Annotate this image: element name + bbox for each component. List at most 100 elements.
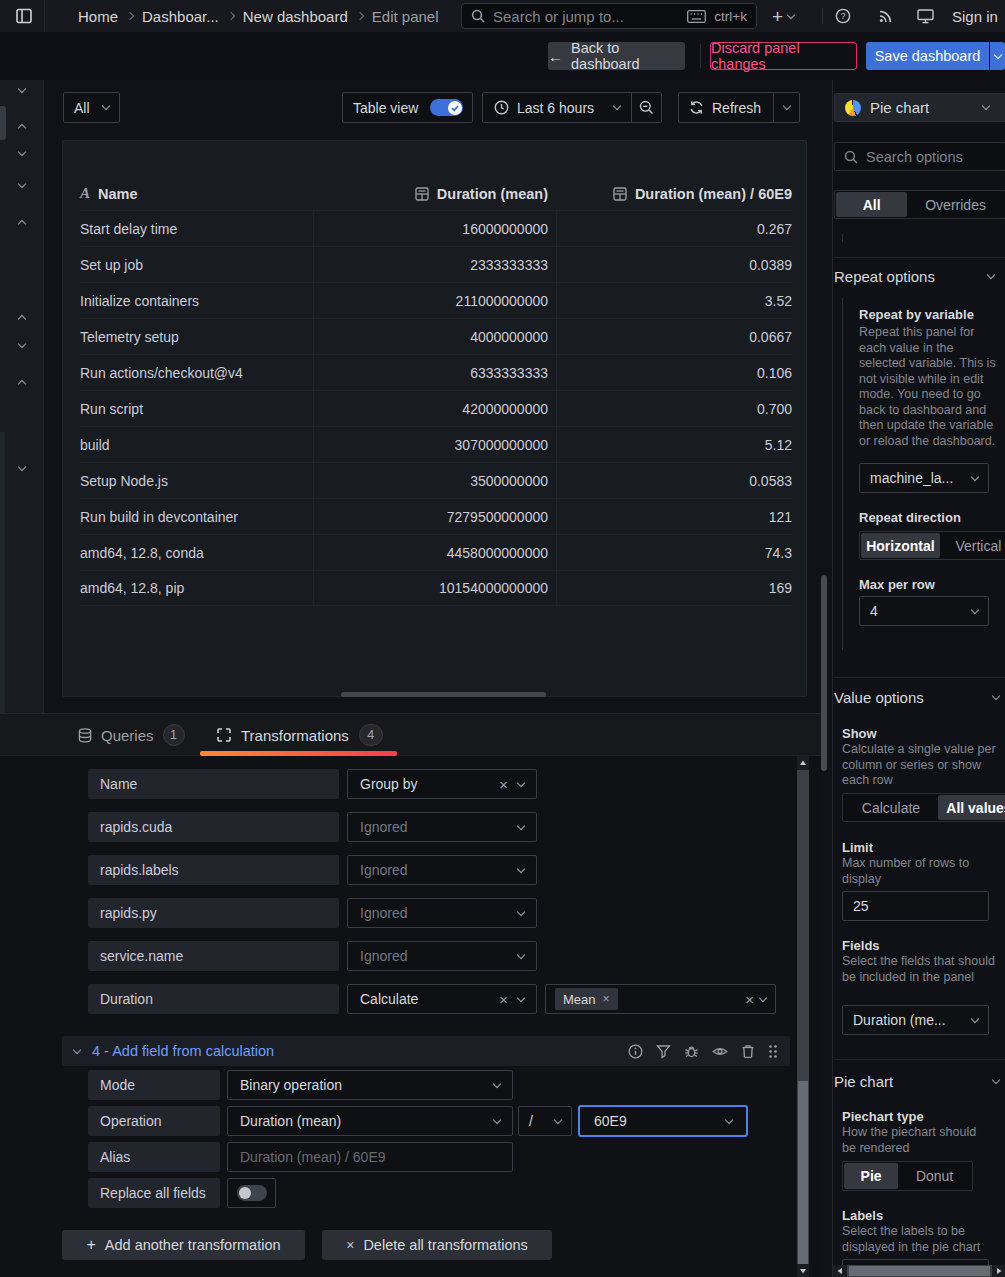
- back-to-dashboard-button[interactable]: ← Back to dashboard: [548, 42, 685, 70]
- repeat-variable-select[interactable]: machine_la...: [859, 463, 989, 493]
- search-minus-icon: [639, 100, 654, 115]
- type-pie[interactable]: Pie: [844, 1163, 898, 1189]
- scroll-thumb[interactable]: [849, 1266, 990, 1276]
- clear-icon[interactable]: ×: [499, 992, 508, 1007]
- tab-overrides[interactable]: Overrides: [907, 192, 1004, 217]
- show-all-values[interactable]: All values: [938, 795, 1005, 820]
- field-operation-select[interactable]: Ignored: [347, 898, 537, 928]
- table-view-toggle[interactable]: [430, 99, 463, 116]
- field-operation-select[interactable]: Ignored: [347, 812, 537, 842]
- fields-select[interactable]: Duration (me...: [842, 1005, 989, 1035]
- limit-input[interactable]: 25: [842, 891, 989, 921]
- refresh-interval-button[interactable]: [774, 93, 799, 122]
- delete-all-transformations-button[interactable]: × Delete all transformations: [322, 1230, 552, 1260]
- tab-all[interactable]: All: [836, 192, 907, 217]
- drag-handle-icon[interactable]: [768, 1044, 778, 1059]
- pane-scroll-thumb[interactable]: [821, 575, 827, 771]
- scroll-left-button[interactable]: [833, 1265, 847, 1277]
- calculate-stats-multiselect[interactable]: Mean × ×: [545, 984, 776, 1014]
- breadcrumb-dashboards[interactable]: Dashboar...: [142, 8, 219, 25]
- remove-mean-icon[interactable]: ×: [603, 993, 610, 1005]
- help-icon[interactable]: ?: [835, 8, 851, 24]
- collapse-chevron-up-icon[interactable]: [18, 220, 26, 228]
- add-transformation-button[interactable]: + Add another transformation: [62, 1230, 305, 1260]
- plus-icon: +: [86, 1236, 95, 1254]
- save-dashboard-button[interactable]: Save dashboard: [866, 42, 989, 70]
- search-options-input[interactable]: Search options: [834, 142, 1005, 171]
- chevron-down-icon: [971, 605, 979, 613]
- editor-vscroll[interactable]: [797, 756, 809, 1277]
- section-pie-chart[interactable]: Pie chart: [834, 1073, 999, 1090]
- tab-transformations[interactable]: Transformations 4: [217, 722, 383, 748]
- cell-duration: 3500000000: [313, 463, 556, 499]
- discard-panel-changes-button[interactable]: Discard panel changes: [710, 42, 857, 70]
- rail-scroll-thumb[interactable]: [0, 106, 6, 140]
- options-hscroll[interactable]: [833, 1265, 1005, 1277]
- scroll-down-button[interactable]: [797, 1264, 809, 1277]
- filter-icon[interactable]: [656, 1044, 671, 1059]
- info-icon[interactable]: [628, 1044, 643, 1059]
- alias-input[interactable]: Duration (mean) / 60E9: [227, 1142, 513, 1172]
- monitor-icon[interactable]: [917, 9, 934, 24]
- collapse-chevron-up-icon[interactable]: [18, 380, 26, 388]
- scroll-thumb[interactable]: [798, 1081, 808, 1264]
- trash-icon[interactable]: [741, 1044, 755, 1059]
- tab-queries[interactable]: Queries 1: [78, 722, 185, 748]
- database-icon: [78, 728, 92, 743]
- section-repeat-options[interactable]: Repeat options: [834, 268, 994, 285]
- collapse-chevron-up-icon[interactable]: [18, 315, 26, 323]
- zoom-out-button[interactable]: [632, 93, 661, 122]
- filter-all-dropdown[interactable]: All: [63, 92, 120, 123]
- clear-icon[interactable]: ×: [745, 992, 754, 1007]
- chevron-down-icon: [992, 692, 1000, 700]
- field-operation-select[interactable]: Ignored: [347, 855, 537, 885]
- table-hscroll-thumb[interactable]: [341, 692, 546, 697]
- section-value-options[interactable]: Value options: [834, 689, 999, 706]
- news-rss-icon[interactable]: [878, 8, 894, 24]
- collapse-chevron-down-icon[interactable]: [18, 85, 26, 93]
- table-row: Telemetry setup40000000000.0667: [80, 318, 792, 354]
- operand-right-select[interactable]: 60E9: [578, 1105, 748, 1137]
- collapse-chevron-down-icon[interactable]: [18, 148, 26, 156]
- replace-all-fields-toggle[interactable]: [227, 1178, 276, 1208]
- nav-divider: [822, 8, 823, 24]
- sidebar-toggle-icon[interactable]: [16, 8, 32, 24]
- eye-icon[interactable]: [712, 1044, 728, 1059]
- collapse-chevron-down-icon[interactable]: [18, 340, 26, 348]
- field-operation-select[interactable]: Group by×: [347, 769, 537, 799]
- sign-in-link[interactable]: Sign in: [952, 8, 998, 25]
- breadcrumb-new-dashboard[interactable]: New dashboard: [243, 8, 348, 25]
- collapse-chevron-down-icon[interactable]: [18, 463, 26, 471]
- collapse-chevron-up-icon[interactable]: [18, 124, 26, 132]
- max-per-row-select[interactable]: 4: [859, 596, 989, 626]
- collapse-chevron-down-icon[interactable]: [18, 180, 26, 188]
- transformation-section-header[interactable]: 4 - Add field from calculation: [62, 1036, 790, 1066]
- mean-tag[interactable]: Mean ×: [555, 988, 618, 1010]
- refresh-button[interactable]: Refresh: [679, 93, 773, 122]
- debug-icon[interactable]: [684, 1044, 699, 1059]
- operand-left-select[interactable]: Duration (mean): [227, 1106, 513, 1136]
- search-input[interactable]: Search or jump to... ctrl+k: [461, 3, 757, 29]
- column-header-name[interactable]: A Name: [80, 185, 313, 202]
- show-calculate[interactable]: Calculate: [844, 795, 938, 820]
- field-operation-select[interactable]: Ignored: [347, 941, 537, 971]
- breadcrumb-home[interactable]: Home: [78, 8, 118, 25]
- time-range-button[interactable]: Last 6 hours: [483, 93, 631, 122]
- field-operation-select[interactable]: Calculate×: [347, 984, 537, 1014]
- direction-vertical[interactable]: Vertical: [940, 533, 1005, 558]
- add-menu-button[interactable]: +: [772, 0, 794, 32]
- type-donut[interactable]: Donut: [898, 1163, 971, 1189]
- mode-select[interactable]: Binary operation: [227, 1070, 513, 1100]
- scroll-right-button[interactable]: [992, 1265, 1005, 1277]
- visualization-picker[interactable]: Pie chart: [834, 93, 1005, 122]
- calculator-icon: [415, 187, 429, 201]
- operator-select[interactable]: /: [518, 1106, 572, 1136]
- clear-icon[interactable]: ×: [499, 777, 508, 792]
- save-dashboard-menu-button[interactable]: [990, 42, 1005, 70]
- direction-horizontal[interactable]: Horizontal: [861, 533, 940, 558]
- scroll-up-button[interactable]: [797, 756, 809, 770]
- limit-label: Limit: [842, 840, 873, 855]
- column-header-duration[interactable]: Duration (mean): [313, 186, 556, 202]
- column-header-ratio[interactable]: Duration (mean) / 60E9: [556, 186, 792, 202]
- transformation-title[interactable]: 4 - Add field from calculation: [92, 1043, 274, 1059]
